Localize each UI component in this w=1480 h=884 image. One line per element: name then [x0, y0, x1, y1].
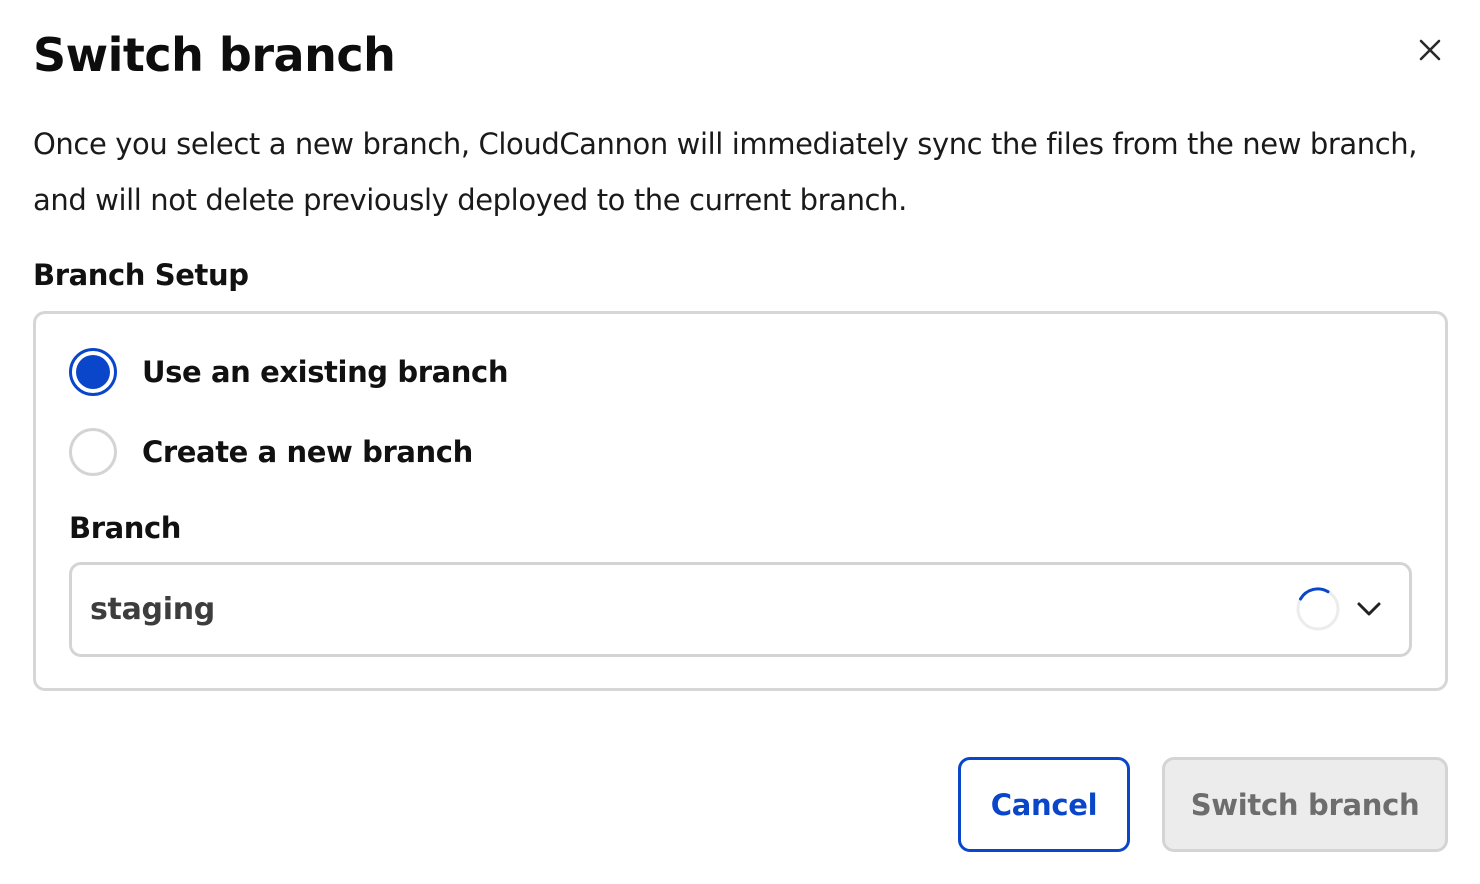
spinner-icon	[1296, 587, 1340, 631]
dialog-description: Once you select a new branch, CloudCanno…	[33, 127, 1418, 217]
radio-label-existing-branch: Use an existing branch	[142, 355, 509, 389]
cancel-button[interactable]: Cancel	[958, 757, 1130, 852]
branch-setup-label: Branch Setup	[33, 258, 249, 292]
radio-new-branch[interactable]	[69, 428, 117, 476]
chevron-down-icon[interactable]	[1355, 595, 1383, 623]
dialog-title: Switch branch	[33, 28, 396, 82]
branch-setup-panel: Use an existing branch Create a new bran…	[33, 311, 1448, 691]
radio-label-new-branch: Create a new branch	[142, 435, 473, 469]
close-icon	[1419, 39, 1441, 61]
switch-branch-dialog: Switch branch Once you select a new bran…	[0, 0, 1480, 884]
close-button[interactable]	[1410, 30, 1450, 70]
branch-select[interactable]: staging	[69, 562, 1412, 657]
radio-option-new-branch[interactable]: Create a new branch	[69, 428, 473, 476]
branch-field-label: Branch	[69, 511, 182, 545]
radio-selected-dot	[76, 355, 110, 389]
switch-branch-button[interactable]: Switch branch	[1162, 757, 1448, 852]
radio-option-existing-branch[interactable]: Use an existing branch	[69, 348, 508, 396]
radio-existing-branch[interactable]	[69, 348, 117, 396]
branch-select-value: staging	[90, 592, 215, 627]
